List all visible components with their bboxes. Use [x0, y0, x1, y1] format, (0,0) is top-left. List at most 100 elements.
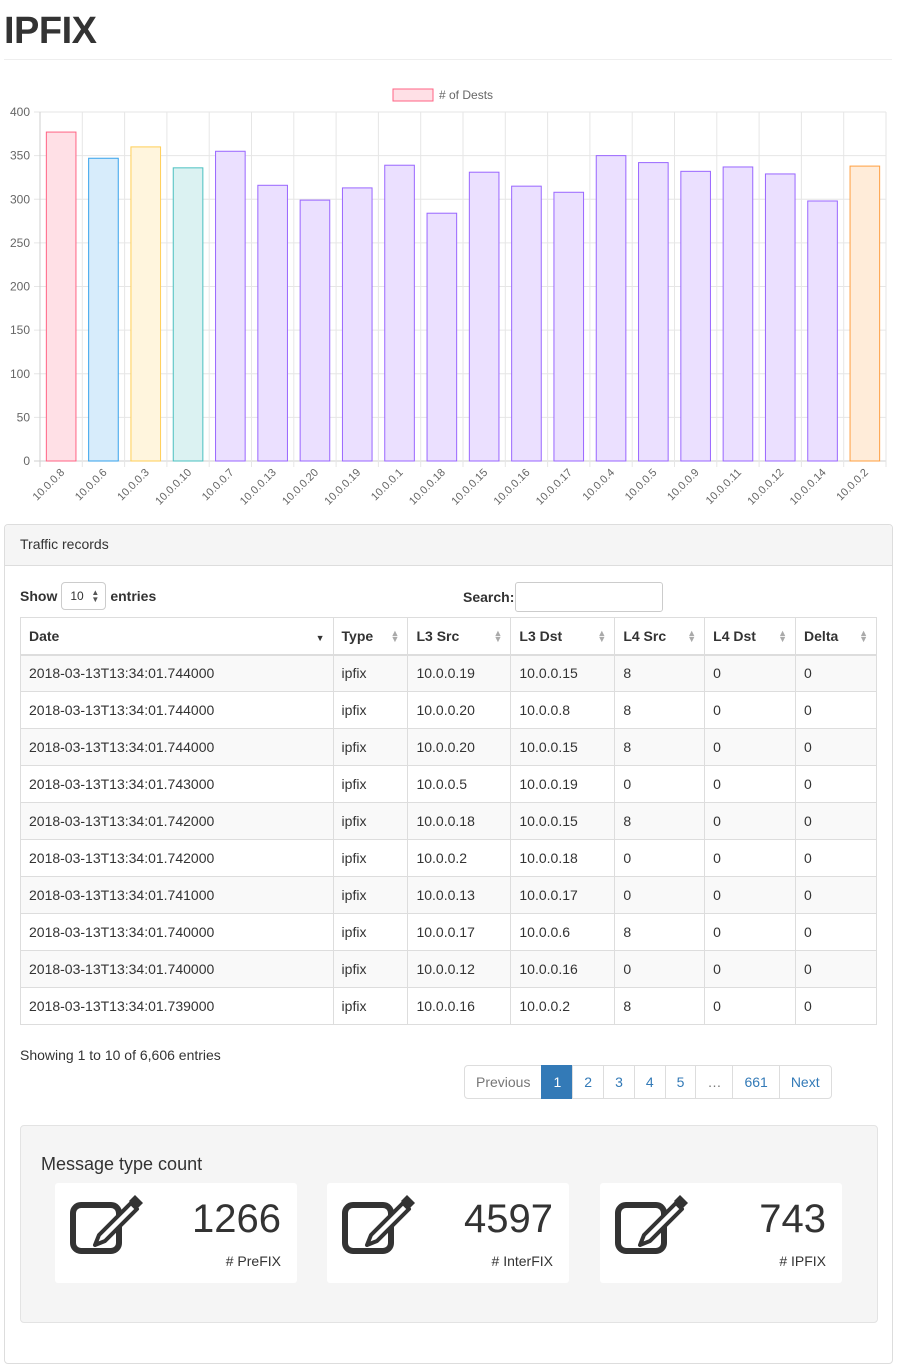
x-tick-label: 10.0.0.19: [322, 467, 363, 508]
x-tick-label: 10.0.0.13: [238, 467, 279, 508]
bar-10.0.0.3[interactable]: [130, 146, 162, 462]
bar-10.0.0.13[interactable]: [257, 184, 288, 462]
title-divider: [4, 59, 892, 60]
column-header-type[interactable]: Type ▲ ▼: [332, 617, 409, 656]
cell-l3-src: 10.0.0.5: [407, 765, 512, 803]
bar-10.0.0.18[interactable]: [426, 212, 458, 462]
column-header-delta[interactable]: Delta ▲ ▼: [795, 617, 877, 656]
show-label: Show: [20, 588, 58, 604]
page-button-4[interactable]: 4: [633, 1065, 666, 1099]
page-button-1[interactable]: 1: [541, 1065, 574, 1099]
sort-both-icon: ▲ ▼: [778, 628, 788, 644]
table-info: Showing 1 to 10 of 6,606 entries: [20, 1047, 221, 1063]
bar-10.0.0.2[interactable]: [849, 165, 881, 462]
message-type-count-well: Message type count 1266 # PreFIX 4597 # …: [20, 1125, 878, 1323]
panel-heading: Traffic records: [5, 525, 892, 566]
message-count-title: Message type count: [41, 1154, 203, 1174]
cell-date: 2018-03-13T13:34:01.744000: [20, 654, 334, 692]
column-header-l4-src[interactable]: L4 Src ▲ ▼: [614, 617, 706, 656]
cell-date: 2018-03-13T13:34:01.740000: [20, 950, 334, 988]
x-tick-label: 10.0.0.7: [200, 467, 237, 504]
x-tick-label: 10.0.0.11: [704, 467, 744, 507]
table-row[interactable]: 2018-03-13T13:34:01.742000 ipfix 10.0.0.2 1…: [20, 839, 877, 877]
select-arrows-icon: ▲ ▼: [91, 588, 100, 604]
cell-l4-src: 8: [614, 802, 706, 840]
legend-swatch[interactable]: [392, 88, 434, 102]
bar-10.0.0.1[interactable]: [384, 164, 415, 462]
entries-length-value: 10: [70, 589, 84, 603]
bar-10.0.0.4[interactable]: [595, 155, 627, 462]
page-button-661[interactable]: 661: [732, 1065, 780, 1099]
bar-10.0.0.14[interactable]: [807, 200, 838, 462]
cell-delta: 0: [795, 950, 877, 988]
prefix-count: 1266: [192, 1197, 281, 1241]
pagination: Previous 1 2 3 4 5 … 661 Next: [464, 1065, 832, 1099]
cell-date: 2018-03-13T13:34:01.744000: [20, 728, 334, 766]
table-row[interactable]: 2018-03-13T13:34:01.744000 ipfix 10.0.0.20…: [20, 691, 877, 729]
search-input[interactable]: [515, 582, 664, 612]
cell-l4-dst: 0: [704, 765, 797, 803]
next-page-button[interactable]: Next: [778, 1065, 832, 1099]
table-row[interactable]: 2018-03-13T13:34:01.743000 ipfix 10.0.0.5 1…: [20, 765, 877, 803]
bar-10.0.0.5[interactable]: [638, 162, 669, 462]
sort-desc-icon: ▼: [315, 633, 325, 643]
column-header-l3-dst[interactable]: L3 Dst ▲ ▼: [510, 617, 616, 656]
cell-l3-dst: 10.0.0.17: [510, 876, 616, 914]
bar-10.0.0.16[interactable]: [511, 185, 542, 462]
cell-date: 2018-03-13T13:34:01.741000: [20, 876, 334, 914]
cell-l4-dst: 0: [704, 913, 797, 951]
bar-10.0.0.9[interactable]: [680, 170, 711, 462]
y-tick-label: 350: [10, 149, 30, 163]
table-row[interactable]: 2018-03-13T13:34:01.740000 ipfix 10.0.0.17…: [20, 913, 877, 951]
cell-l3-dst: 10.0.0.15: [510, 728, 616, 766]
bar-10.0.0.15[interactable]: [468, 171, 500, 462]
previous-page-button[interactable]: Previous: [464, 1065, 543, 1099]
sort-both-icon: ▲ ▼: [597, 628, 607, 644]
bar-10.0.0.8[interactable]: [45, 131, 77, 462]
page-button-5[interactable]: 5: [664, 1065, 697, 1099]
table-row[interactable]: 2018-03-13T13:34:01.741000 ipfix 10.0.0.13…: [20, 876, 877, 914]
cell-date: 2018-03-13T13:34:01.739000: [20, 987, 334, 1025]
bar-10.0.0.19[interactable]: [341, 187, 373, 462]
x-tick-label: 10.0.0.17: [534, 467, 575, 508]
cell-l3-src: 10.0.0.13: [407, 876, 512, 914]
prefix-label: # PreFIX: [225, 1253, 281, 1269]
table-row[interactable]: 2018-03-13T13:34:01.740000 ipfix 10.0.0.12…: [20, 950, 877, 988]
cell-delta: 0: [795, 654, 877, 692]
cell-l4-dst: 0: [704, 950, 797, 988]
cell-l3-dst: 10.0.0.15: [510, 802, 616, 840]
x-tick-label: 10.0.0.5: [623, 467, 660, 504]
cell-type: ipfix: [332, 691, 409, 729]
cell-date: 2018-03-13T13:34:01.744000: [20, 691, 334, 729]
column-header-l4-dst[interactable]: L4 Dst ▲ ▼: [704, 617, 797, 656]
cell-type: ipfix: [332, 987, 409, 1025]
bar-10.0.0.6[interactable]: [88, 157, 119, 462]
entries-length-select[interactable]: 10 ▲ ▼: [61, 582, 107, 610]
cell-l3-src: 10.0.0.17: [407, 913, 512, 951]
bar-10.0.0.10[interactable]: [172, 167, 204, 462]
cell-type: ipfix: [332, 728, 409, 766]
bar-10.0.0.17[interactable]: [553, 191, 585, 462]
table-row[interactable]: 2018-03-13T13:34:01.744000 ipfix 10.0.0.19…: [20, 654, 877, 692]
bar-10.0.0.20[interactable]: [299, 199, 331, 462]
page-button-2[interactable]: 2: [572, 1065, 605, 1099]
bar-10.0.0.7[interactable]: [215, 150, 246, 462]
legend-label[interactable]: # of Dests: [439, 88, 493, 102]
column-header-date[interactable]: Date ▼: [20, 617, 334, 656]
page-button-3[interactable]: 3: [603, 1065, 635, 1099]
table-row[interactable]: 2018-03-13T13:34:01.742000 ipfix 10.0.0.18…: [20, 802, 877, 840]
cell-l4-src: 8: [614, 654, 706, 692]
y-tick-label: 50: [17, 410, 31, 424]
cell-delta: 0: [795, 802, 877, 840]
stat-ipfix: 743 # IPFIX: [600, 1183, 842, 1283]
cell-delta: 0: [795, 876, 877, 914]
table-row[interactable]: 2018-03-13T13:34:01.744000 ipfix 10.0.0.20…: [20, 728, 877, 766]
cell-l3-dst: 10.0.0.18: [510, 839, 616, 877]
column-header-l3-src[interactable]: L3 Src ▲ ▼: [407, 617, 512, 656]
bar-10.0.0.12[interactable]: [764, 173, 796, 462]
cell-type: ipfix: [332, 913, 409, 951]
cell-l4-dst: 0: [704, 839, 797, 877]
page-title: IPFIX: [4, 10, 97, 52]
bar-10.0.0.11[interactable]: [722, 166, 754, 462]
table-row[interactable]: 2018-03-13T13:34:01.739000 ipfix 10.0.0.16…: [20, 987, 877, 1025]
